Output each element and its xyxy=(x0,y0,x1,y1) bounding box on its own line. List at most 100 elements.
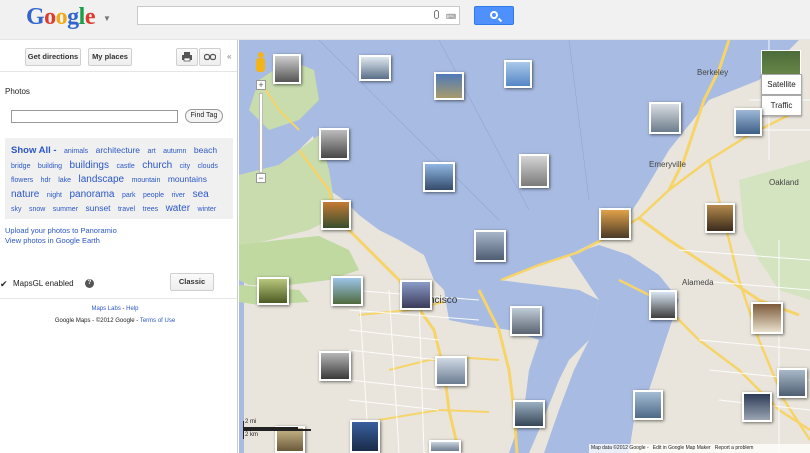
tag-link[interactable]: winter xyxy=(197,206,216,213)
maps-labs-link[interactable]: Maps Labs xyxy=(91,306,120,312)
tag-link[interactable]: animals xyxy=(64,148,88,155)
pegman-icon[interactable] xyxy=(255,52,266,74)
photo-marker[interactable] xyxy=(319,128,349,160)
tag-link[interactable]: hdr xyxy=(41,177,51,184)
tag-link[interactable]: panorama xyxy=(69,189,114,200)
photo-marker[interactable] xyxy=(633,390,663,420)
photo-marker[interactable] xyxy=(649,102,681,134)
tag-link[interactable]: architecture xyxy=(96,145,140,155)
photo-marker[interactable] xyxy=(423,162,455,192)
map-canvas[interactable]: + − Satellite Traffic Berkeley Emeryvill… xyxy=(239,40,810,453)
left-panel: Get directions My places « Photos Find T… xyxy=(0,40,238,453)
photo-marker[interactable] xyxy=(599,208,631,240)
logo-letter: o xyxy=(44,4,56,30)
tag-link[interactable]: sky xyxy=(11,206,22,213)
report-problem-link[interactable]: Report a problem xyxy=(715,445,754,451)
logo-letter: o xyxy=(55,4,68,30)
tag-link[interactable]: bridge xyxy=(11,163,30,170)
tag-show-all[interactable]: Show All - xyxy=(11,145,57,156)
photo-marker[interactable] xyxy=(359,55,391,81)
photo-marker[interactable] xyxy=(273,54,301,84)
tag-link[interactable]: nature xyxy=(11,189,39,200)
photo-marker[interactable] xyxy=(734,108,762,136)
link-button[interactable] xyxy=(199,48,221,66)
microphone-icon[interactable] xyxy=(434,10,439,19)
tag-link[interactable]: autumn xyxy=(163,148,186,155)
satellite-button[interactable]: Satellite xyxy=(761,74,802,95)
print-button[interactable] xyxy=(176,48,198,66)
tag-link[interactable]: castle xyxy=(116,163,134,170)
tag-link[interactable]: water xyxy=(166,203,190,214)
tag-link[interactable]: city xyxy=(180,163,191,170)
google-earth-link[interactable]: View photos in Google Earth xyxy=(5,236,100,245)
logo-menu-chevron-icon[interactable]: ▼ xyxy=(103,14,111,23)
search-input[interactable] xyxy=(137,6,460,25)
map-maker-link[interactable]: Edit in Google Map Maker xyxy=(653,445,711,451)
tag-link[interactable]: sunset xyxy=(85,203,110,213)
keyboard-icon[interactable]: ⌨ xyxy=(446,13,456,21)
tag-link[interactable]: snow xyxy=(29,206,45,213)
photo-marker[interactable] xyxy=(350,420,380,453)
tag-link[interactable]: art xyxy=(147,148,155,155)
photo-marker[interactable] xyxy=(321,200,351,230)
find-tag-button[interactable]: Find Tag xyxy=(185,109,223,123)
tag-link[interactable]: landscape xyxy=(79,174,125,185)
mapsgl-row: ✔ MapsGL enabled ? Classic xyxy=(0,273,225,296)
photo-marker[interactable] xyxy=(751,302,783,334)
classic-button[interactable]: Classic xyxy=(170,273,214,291)
google-logo[interactable]: Google xyxy=(26,4,96,31)
terms-link[interactable]: Terms of Use xyxy=(140,318,175,324)
tag-link[interactable]: people xyxy=(143,192,164,199)
photo-marker[interactable] xyxy=(504,60,532,88)
tag-link[interactable]: flowers xyxy=(11,177,33,184)
tag-link[interactable]: building xyxy=(38,163,62,170)
photo-marker[interactable] xyxy=(649,290,677,320)
photo-marker[interactable] xyxy=(510,306,542,336)
help-link[interactable]: Help xyxy=(126,306,138,312)
tag-link[interactable]: river xyxy=(172,192,186,199)
photo-marker[interactable] xyxy=(777,368,807,398)
tag-link[interactable]: church xyxy=(142,160,172,171)
photo-marker[interactable] xyxy=(742,392,772,422)
tag-link[interactable]: sea xyxy=(193,189,209,200)
photo-marker[interactable] xyxy=(429,440,461,453)
logo-letter: e xyxy=(84,4,96,30)
tag-link[interactable]: beach xyxy=(194,145,217,155)
tag-link[interactable]: travel xyxy=(118,206,135,213)
photo-marker[interactable] xyxy=(319,351,351,381)
search-button[interactable] xyxy=(474,6,514,25)
tag-link[interactable]: park xyxy=(122,192,136,199)
photo-marker[interactable] xyxy=(257,277,289,305)
tag-link[interactable]: night xyxy=(47,192,62,199)
map-tiles[interactable] xyxy=(239,40,810,453)
tag-link[interactable]: mountains xyxy=(168,174,207,184)
checkmark-icon[interactable]: ✔ xyxy=(0,279,8,290)
photo-marker[interactable] xyxy=(474,230,506,262)
tag-link[interactable]: lake xyxy=(58,177,71,184)
traffic-button[interactable]: Traffic xyxy=(761,95,802,116)
top-bar: Google ▼ ⌨ xyxy=(0,0,810,40)
collapse-panel-icon[interactable]: « xyxy=(227,52,231,61)
zoom-slider-track[interactable] xyxy=(259,93,263,173)
zoom-out-button[interactable]: − xyxy=(256,173,266,183)
my-places-button[interactable]: My places xyxy=(88,48,132,66)
tag-link[interactable]: trees xyxy=(143,206,159,213)
labs-help-links: Maps Labs - Help xyxy=(0,306,230,312)
photo-marker[interactable] xyxy=(705,203,735,233)
tag-link[interactable]: summer xyxy=(53,206,78,213)
tag-link[interactable]: buildings xyxy=(70,160,109,171)
photo-marker[interactable] xyxy=(434,72,464,100)
photo-marker[interactable] xyxy=(331,276,363,306)
get-directions-button[interactable]: Get directions xyxy=(25,48,81,66)
photo-marker[interactable] xyxy=(513,400,545,428)
pegman-body xyxy=(256,58,265,72)
photo-marker[interactable] xyxy=(400,280,432,310)
photo-marker[interactable] xyxy=(519,154,549,188)
photo-marker[interactable] xyxy=(435,356,467,386)
upload-photos-link[interactable]: Upload your photos to Panoramio xyxy=(5,226,117,235)
zoom-in-button[interactable]: + xyxy=(256,80,266,90)
tag-link[interactable]: mountain xyxy=(132,177,161,184)
help-icon[interactable]: ? xyxy=(85,279,94,288)
tag-link[interactable]: clouds xyxy=(198,163,218,170)
tag-search-input[interactable] xyxy=(11,110,178,123)
